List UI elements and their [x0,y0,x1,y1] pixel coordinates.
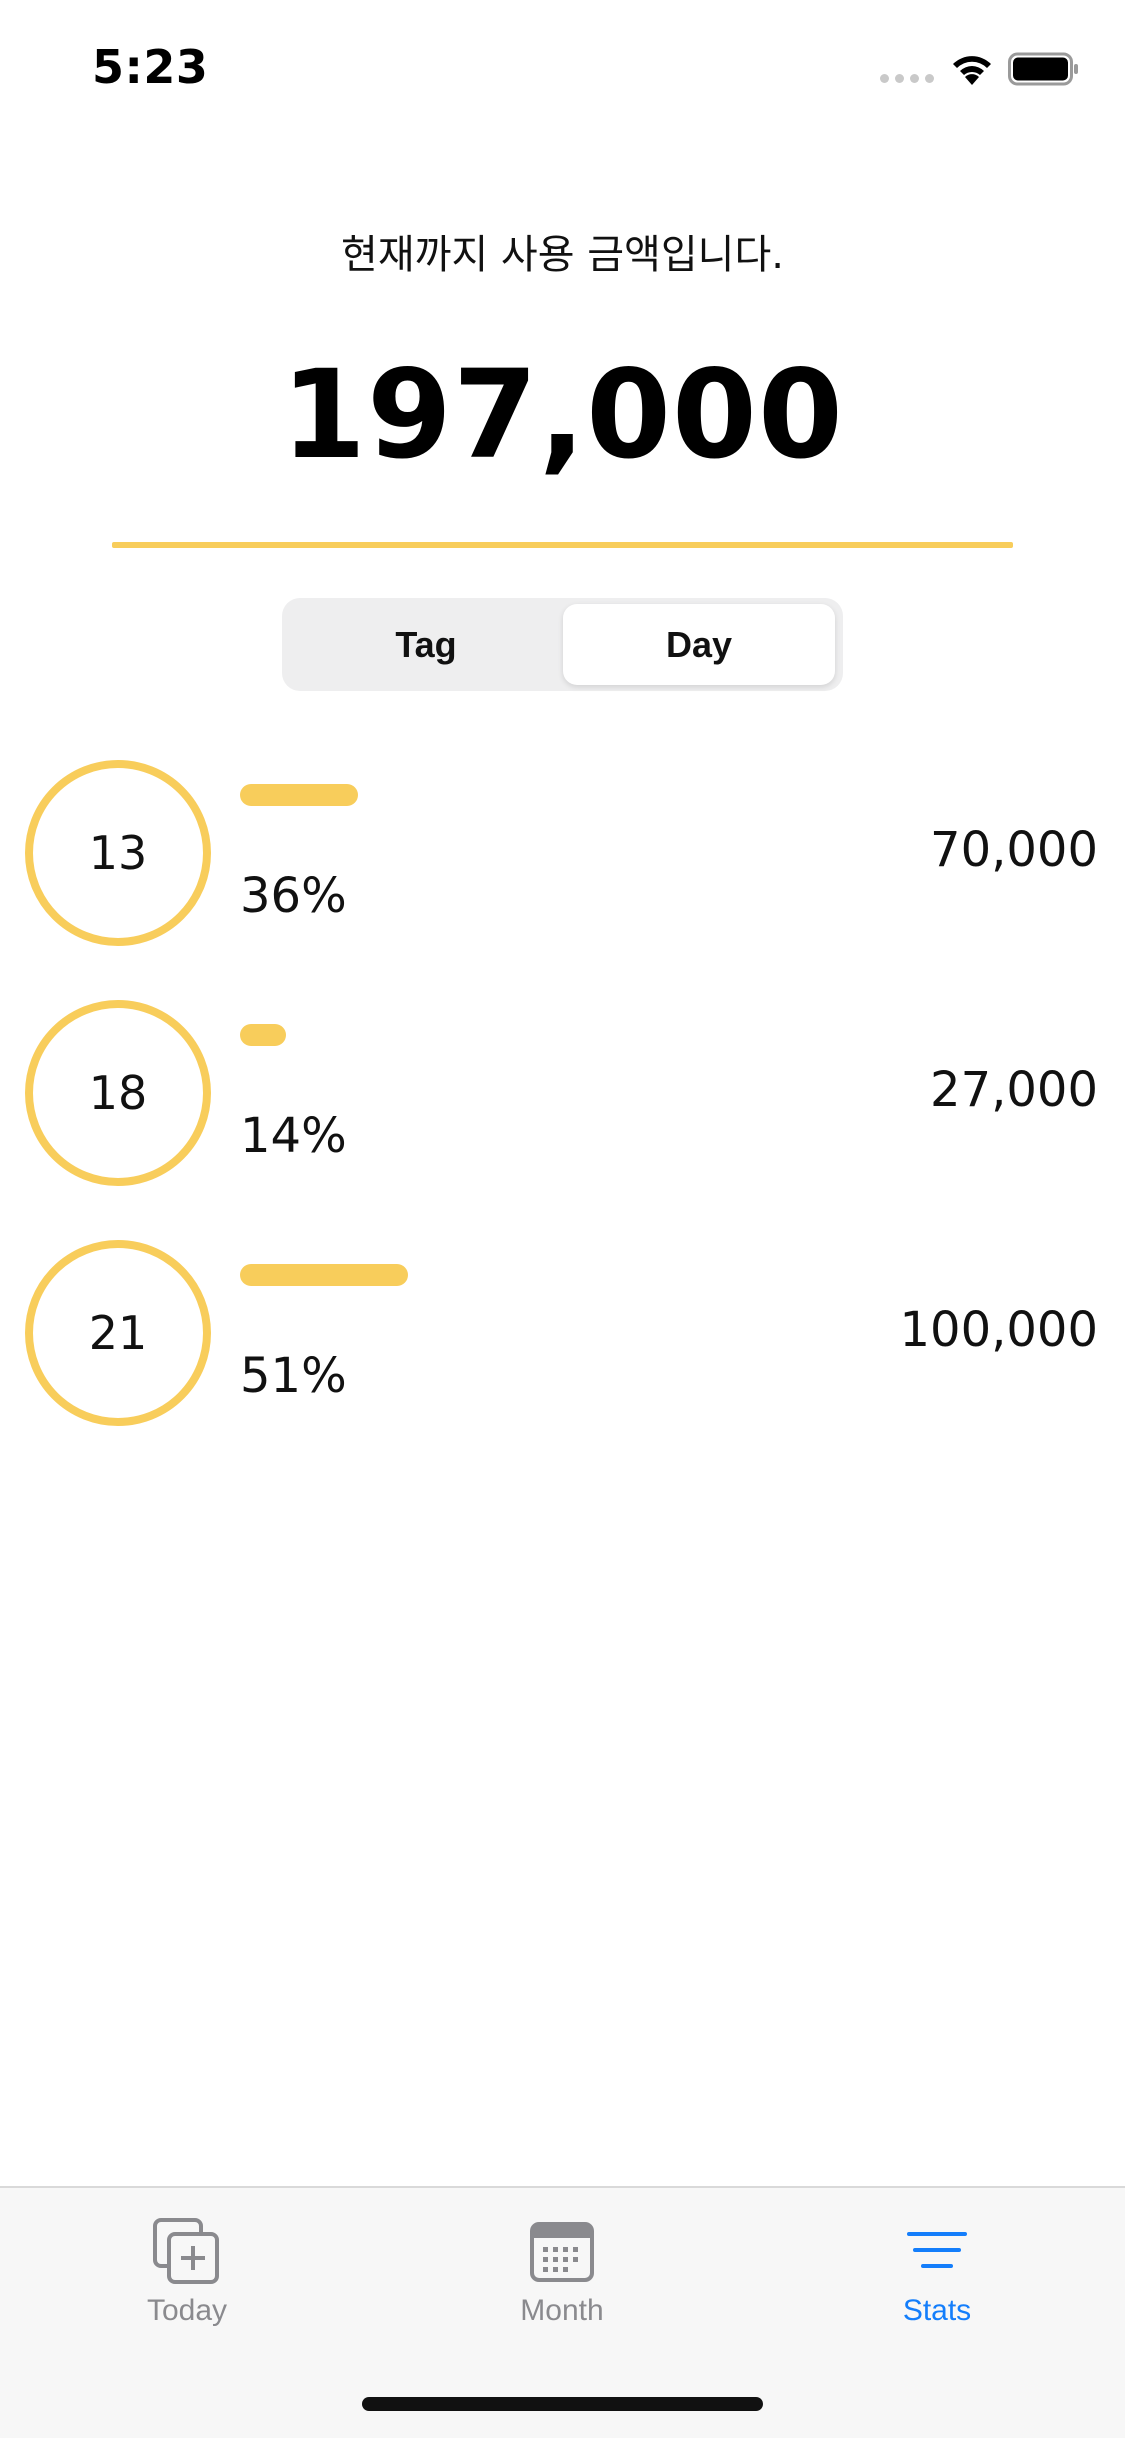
list-lines-icon [907,2232,967,2268]
spending-subtitle: 현재까지 사용 금액입니다. [341,232,784,278]
tab-today-label: Today [146,2294,228,2327]
tab-month[interactable]: Month [462,2188,662,2338]
share-bar [240,1264,408,1286]
tab-stats-label: Stats [902,2294,972,2327]
battery-icon [1008,52,1078,86]
tab-stats[interactable]: Stats [837,2188,1037,2338]
day-badge: 13 [25,760,211,946]
row-amount: 100,000 [899,1302,1099,1358]
tab-today[interactable]: Today [87,2188,287,2338]
share-percent: 51% [240,1348,347,1404]
status-bar: 5:23 [0,0,1125,132]
share-bar-track [240,784,740,806]
view-mode-segmented-control: Tag Day [282,598,843,691]
day-badge: 21 [25,1240,211,1426]
square-stack-plus-icon [153,2218,219,2284]
row-amount: 27,000 [930,1062,1098,1118]
list-item[interactable]: 21 51% 100,000 [0,1240,1125,1440]
cellular-signal-icon [880,74,936,84]
segment-day[interactable]: Day [563,604,835,685]
share-percent: 36% [240,868,347,924]
row-amount: 70,000 [930,822,1098,878]
tab-month-label: Month [520,2294,604,2327]
share-bar [240,784,358,806]
status-time: 5:23 [92,40,209,94]
total-amount: 197,000 [281,344,844,486]
segment-tag[interactable]: Tag [290,604,562,685]
calendar-icon [530,2222,594,2282]
day-badge: 18 [25,1000,211,1186]
list-item[interactable]: 13 36% 70,000 [0,760,1125,960]
share-bar-track [240,1024,740,1046]
wifi-icon [953,56,991,85]
home-indicator [362,2397,763,2411]
list-item[interactable]: 18 14% 27,000 [0,1000,1125,1200]
share-percent: 14% [240,1108,347,1164]
header-divider [112,542,1013,548]
share-bar [240,1024,286,1046]
share-bar-track [240,1264,740,1286]
